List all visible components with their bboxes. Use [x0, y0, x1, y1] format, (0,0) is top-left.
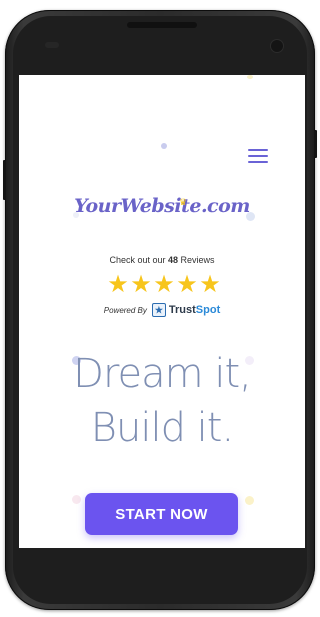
reviews-count: 48 — [168, 255, 179, 265]
powered-by-label: Powered By — [103, 305, 147, 315]
rating-stars: ★ ★ ★ ★ ★ — [107, 270, 222, 298]
reviews-prefix: Check out our — [109, 255, 168, 265]
hamburger-menu-icon[interactable] — [248, 149, 268, 165]
volume-button — [3, 160, 6, 200]
star-icon: ★ — [199, 270, 221, 298]
speaker-grille — [127, 22, 197, 28]
power-button — [314, 130, 317, 158]
hero-headline-line1: Dream it, — [73, 351, 252, 397]
front-camera — [271, 40, 283, 52]
crown-icon: ♛ — [179, 197, 188, 207]
decor-dot — [161, 143, 167, 149]
proximity-sensor — [45, 42, 59, 48]
trustspot-name-part2: Spot — [195, 304, 221, 316]
star-icon: ★ — [153, 270, 175, 298]
start-now-button[interactable]: START NOW — [85, 493, 238, 535]
star-icon: ★ — [176, 270, 198, 298]
decor-dot — [247, 75, 253, 79]
decor-dot — [245, 496, 254, 505]
star-icon: ★ — [107, 270, 129, 298]
trustspot-star-icon: ★ — [151, 303, 166, 317]
hero-headline-line2: Build it. — [90, 405, 234, 451]
trustspot-name-part1: Trust — [168, 304, 196, 316]
reviews-summary[interactable]: Check out our 48 Reviews — [19, 255, 305, 265]
site-logo[interactable]: YourWebsite.com — [19, 195, 305, 217]
reviews-suffix: Reviews — [178, 255, 215, 265]
star-icon: ★ — [130, 270, 152, 298]
phone-screen: YourWebsite.com ♛ Check out our 48 Revie… — [19, 75, 305, 548]
powered-by-row: Powered By ★ Trust Spot — [19, 303, 305, 317]
trustspot-logo[interactable]: ★ Trust Spot — [151, 303, 221, 317]
decor-dot — [72, 495, 81, 504]
